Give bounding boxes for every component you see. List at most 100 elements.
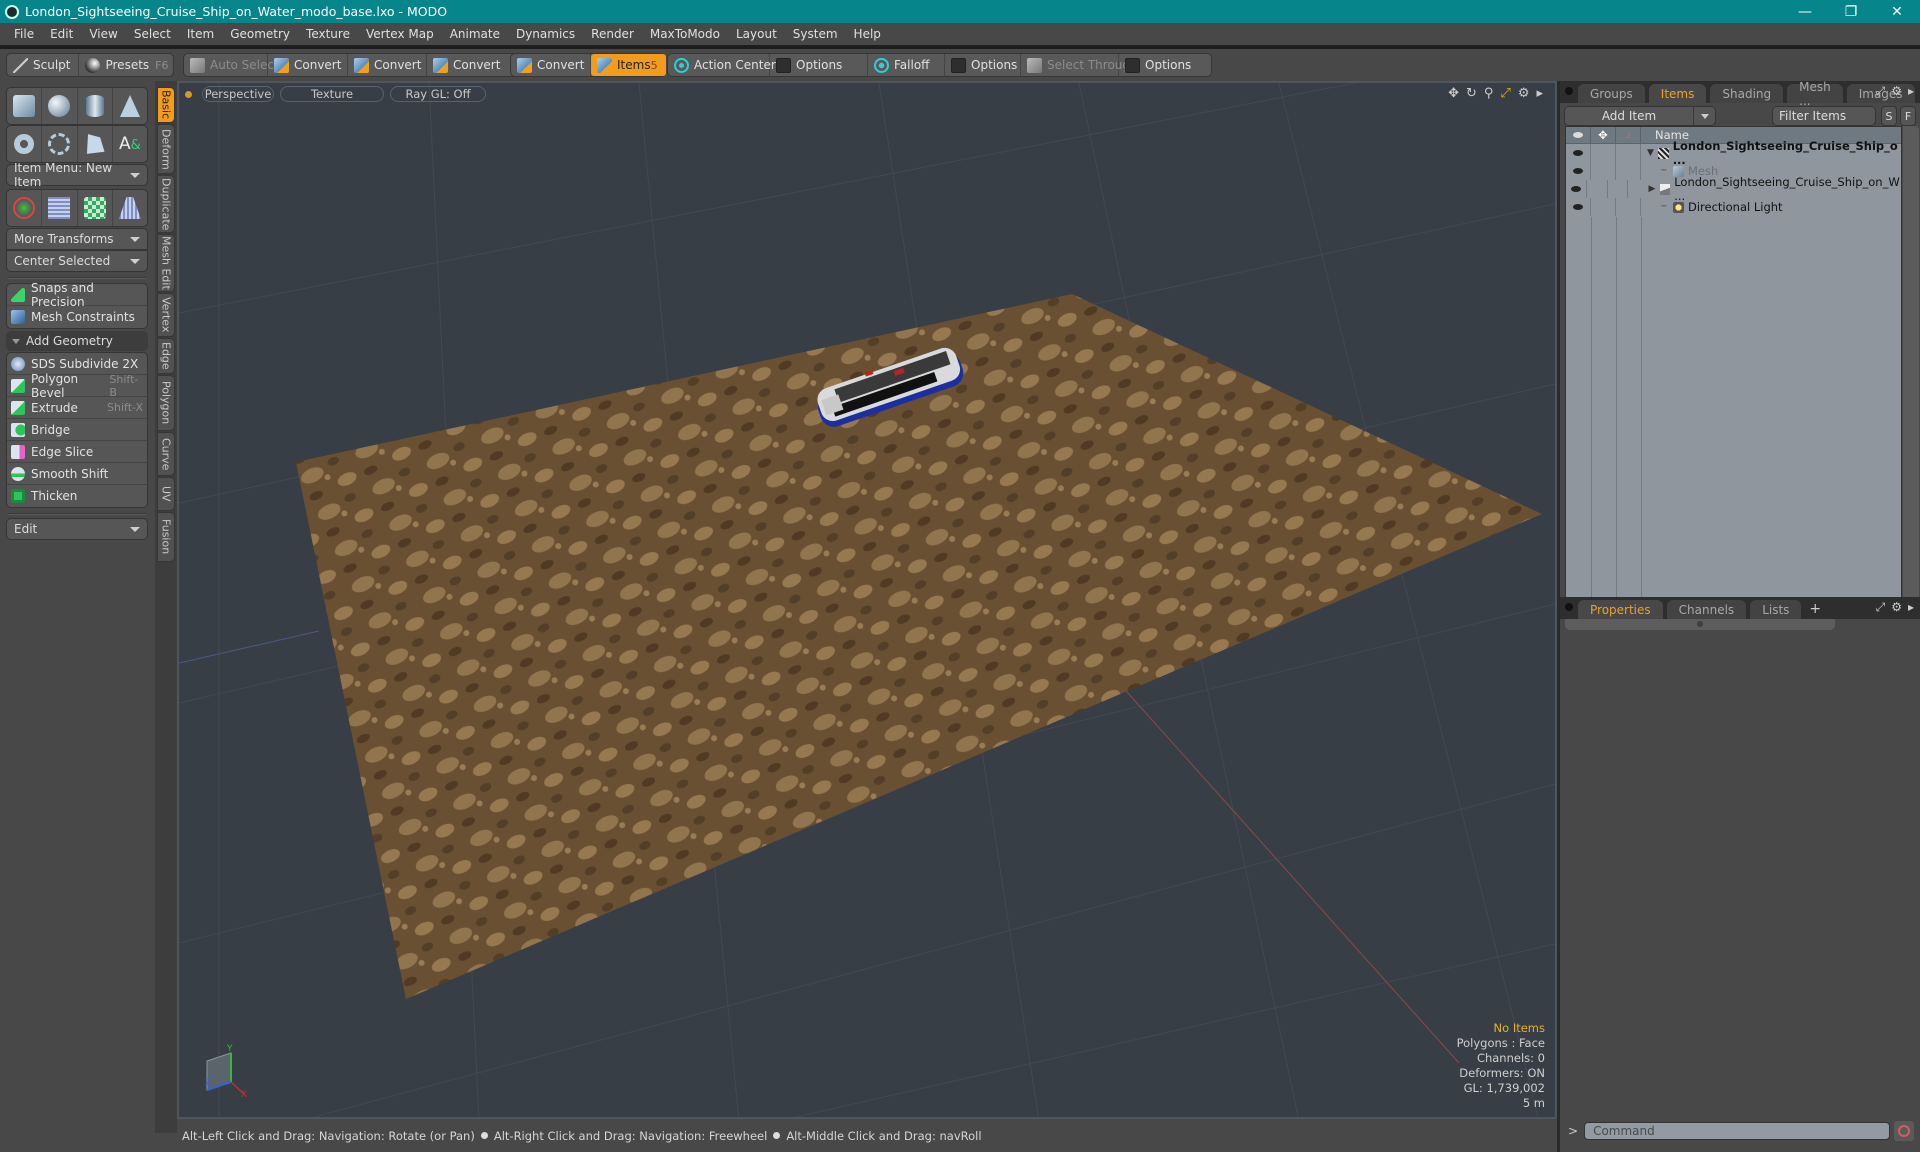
command-history-button[interactable] <box>1894 1121 1915 1141</box>
shading-mode-button[interactable]: Texture <box>280 86 384 102</box>
gear-icon[interactable]: ⚙ <box>1891 84 1902 99</box>
select-through-options-button[interactable]: Options <box>1119 54 1211 76</box>
tool-thicken[interactable]: Thicken <box>7 485 147 507</box>
tab-duplicate[interactable]: Duplicate <box>157 175 175 233</box>
cylinder-tool[interactable] <box>78 88 113 124</box>
spiral-tool[interactable] <box>42 126 78 162</box>
viewport-options-dot[interactable] <box>185 90 192 98</box>
menu-select[interactable]: Select <box>126 27 179 41</box>
tool-polygon-bevel[interactable]: Polygon Bevel Shift-B <box>7 372 147 400</box>
select-through-button[interactable]: Select Through <box>1021 54 1138 76</box>
expand-arrow-icon[interactable]: ▸ <box>1908 600 1914 615</box>
s-filter-button[interactable]: S <box>1881 106 1897 126</box>
convert-materials-button[interactable]: Convert <box>511 54 591 76</box>
visibility-column-header[interactable] <box>1566 127 1591 143</box>
raygl-button[interactable]: Ray GL: Off <box>390 86 486 102</box>
menu-animate[interactable]: Animate <box>442 27 508 41</box>
menu-item[interactable]: Item <box>179 27 222 41</box>
torus-tool[interactable] <box>7 126 43 162</box>
tab-polygon[interactable]: Polygon <box>157 375 175 431</box>
maximize-icon[interactable]: ⤢ <box>1876 84 1886 99</box>
scroll-knob[interactable] <box>1697 621 1703 627</box>
close-button[interactable]: ✕ <box>1874 0 1920 23</box>
tab-properties[interactable]: Properties <box>1578 600 1663 619</box>
snaps-and-precision-button[interactable]: Snaps and Precision <box>7 281 147 309</box>
list-item-light[interactable]: ┄ Directional Light <box>1566 198 1901 216</box>
command-input[interactable]: Command <box>1584 1122 1891 1140</box>
rotate-icon[interactable]: ↻ <box>1466 86 1477 101</box>
menu-maxtomodo[interactable]: MaxToModo <box>642 27 728 41</box>
ground-plane[interactable] <box>296 294 1542 999</box>
menu-vertex-map[interactable]: Vertex Map <box>358 27 442 41</box>
falloff-options-button[interactable]: Options <box>945 54 1021 76</box>
presets-button[interactable]: Presets F6 <box>79 54 176 76</box>
tab-fusion[interactable]: Fusion <box>157 512 175 562</box>
menu-layout[interactable]: Layout <box>728 27 785 41</box>
menu-geometry[interactable]: Geometry <box>222 27 298 41</box>
expand-triangle-icon[interactable]: ▶ <box>1648 184 1659 194</box>
scene-canvas[interactable]: Y Z X <box>179 83 1557 1119</box>
convert-edges-button[interactable]: Convert <box>348 54 427 76</box>
pan-move-icon[interactable]: ✥ <box>1448 86 1459 101</box>
cone-tool[interactable] <box>113 88 147 124</box>
item-menu-dropdown[interactable]: Item Menu: New Item <box>6 161 148 189</box>
maximize-icon[interactable]: ⤢ <box>1876 600 1886 615</box>
restore-button[interactable]: ❐ <box>1828 0 1874 23</box>
panel-menu-dot[interactable] <box>1565 603 1573 611</box>
tab-deform[interactable]: Deform <box>157 124 175 174</box>
f-filter-button[interactable]: F <box>1900 106 1916 126</box>
auto-select-button[interactable]: Auto Select <box>184 54 279 76</box>
checker-tool[interactable] <box>78 190 113 226</box>
tab-lists[interactable]: Lists <box>1750 600 1802 619</box>
list-item-scene[interactable]: ▼ London_Sightseeing_Cruise_Ship_o ... <box>1566 139 1901 167</box>
eye-icon[interactable] <box>1573 150 1583 156</box>
tool-smooth-shift[interactable]: Smooth Shift <box>7 463 147 485</box>
eye-icon[interactable] <box>1573 168 1583 174</box>
tab-groups[interactable]: Groups <box>1578 84 1645 103</box>
list-item-group[interactable]: ▶ London_Sightseeing_Cruise_Ship_on_W ..… <box>1566 175 1901 203</box>
tool-bridge[interactable]: Bridge <box>7 419 147 441</box>
menu-dynamics[interactable]: Dynamics <box>508 27 583 41</box>
action-center-button[interactable]: Action Center <box>668 54 776 76</box>
action-center-options-button[interactable]: Options <box>770 54 868 76</box>
menu-render[interactable]: Render <box>583 27 642 41</box>
eye-icon[interactable] <box>1573 204 1583 210</box>
view-mode-button[interactable]: Perspective <box>202 86 274 102</box>
lock-column-header[interactable]: ✥ <box>1591 127 1616 143</box>
menu-file[interactable]: File <box>6 27 42 41</box>
tab-vertex[interactable]: Vertex <box>157 293 175 337</box>
tab-curve[interactable]: Curve <box>157 432 175 476</box>
center-selected-dropdown[interactable]: Center Selected <box>6 250 148 272</box>
tab-basic[interactable]: Basic <box>157 87 175 123</box>
eye-icon[interactable] <box>1570 186 1581 192</box>
cube-tool[interactable] <box>7 88 43 124</box>
items-mode-button[interactable]: Items 5 <box>591 54 666 76</box>
item-list-vertical-scrollbar[interactable] <box>1903 126 1919 618</box>
axis-column-header[interactable]: ⅃ <box>1616 127 1641 143</box>
more-transforms-dropdown[interactable]: More Transforms <box>6 228 148 250</box>
edit-dropdown[interactable]: Edit <box>6 518 148 540</box>
uv-grid-tool[interactable] <box>42 190 78 226</box>
sculpt-button[interactable]: Sculpt <box>7 54 80 76</box>
convert-vertices-button[interactable]: Convert <box>268 54 348 76</box>
tab-channels[interactable]: Channels <box>1666 600 1747 619</box>
pen-tool[interactable] <box>78 126 113 162</box>
falloff-button[interactable]: Falloff <box>868 54 945 76</box>
menu-help[interactable]: Help <box>846 27 889 41</box>
gear-icon[interactable]: ⚙ <box>1518 86 1530 101</box>
menu-texture[interactable]: Texture <box>298 27 358 41</box>
mesh-constraints-button[interactable]: Mesh Constraints <box>7 306 147 328</box>
minimize-button[interactable]: — <box>1782 0 1828 23</box>
tab-edge[interactable]: Edge <box>157 338 175 374</box>
menu-view[interactable]: View <box>81 27 125 41</box>
tab-mesh-edit[interactable]: Mesh Edit <box>157 234 175 292</box>
expand-arrow-icon[interactable]: ▸ <box>1536 86 1543 101</box>
tab-uv[interactable]: UV <box>157 477 175 511</box>
tool-edge-slice[interactable]: Edge Slice <box>7 441 147 463</box>
expand-triangle-icon[interactable]: ▼ <box>1647 148 1658 158</box>
tab-items[interactable]: Items <box>1648 84 1707 103</box>
tool-extrude[interactable]: Extrude Shift-X <box>7 397 147 419</box>
menu-system[interactable]: System <box>785 27 846 41</box>
tab-shading[interactable]: Shading <box>1710 84 1784 103</box>
gear-icon[interactable]: ⚙ <box>1891 600 1902 615</box>
